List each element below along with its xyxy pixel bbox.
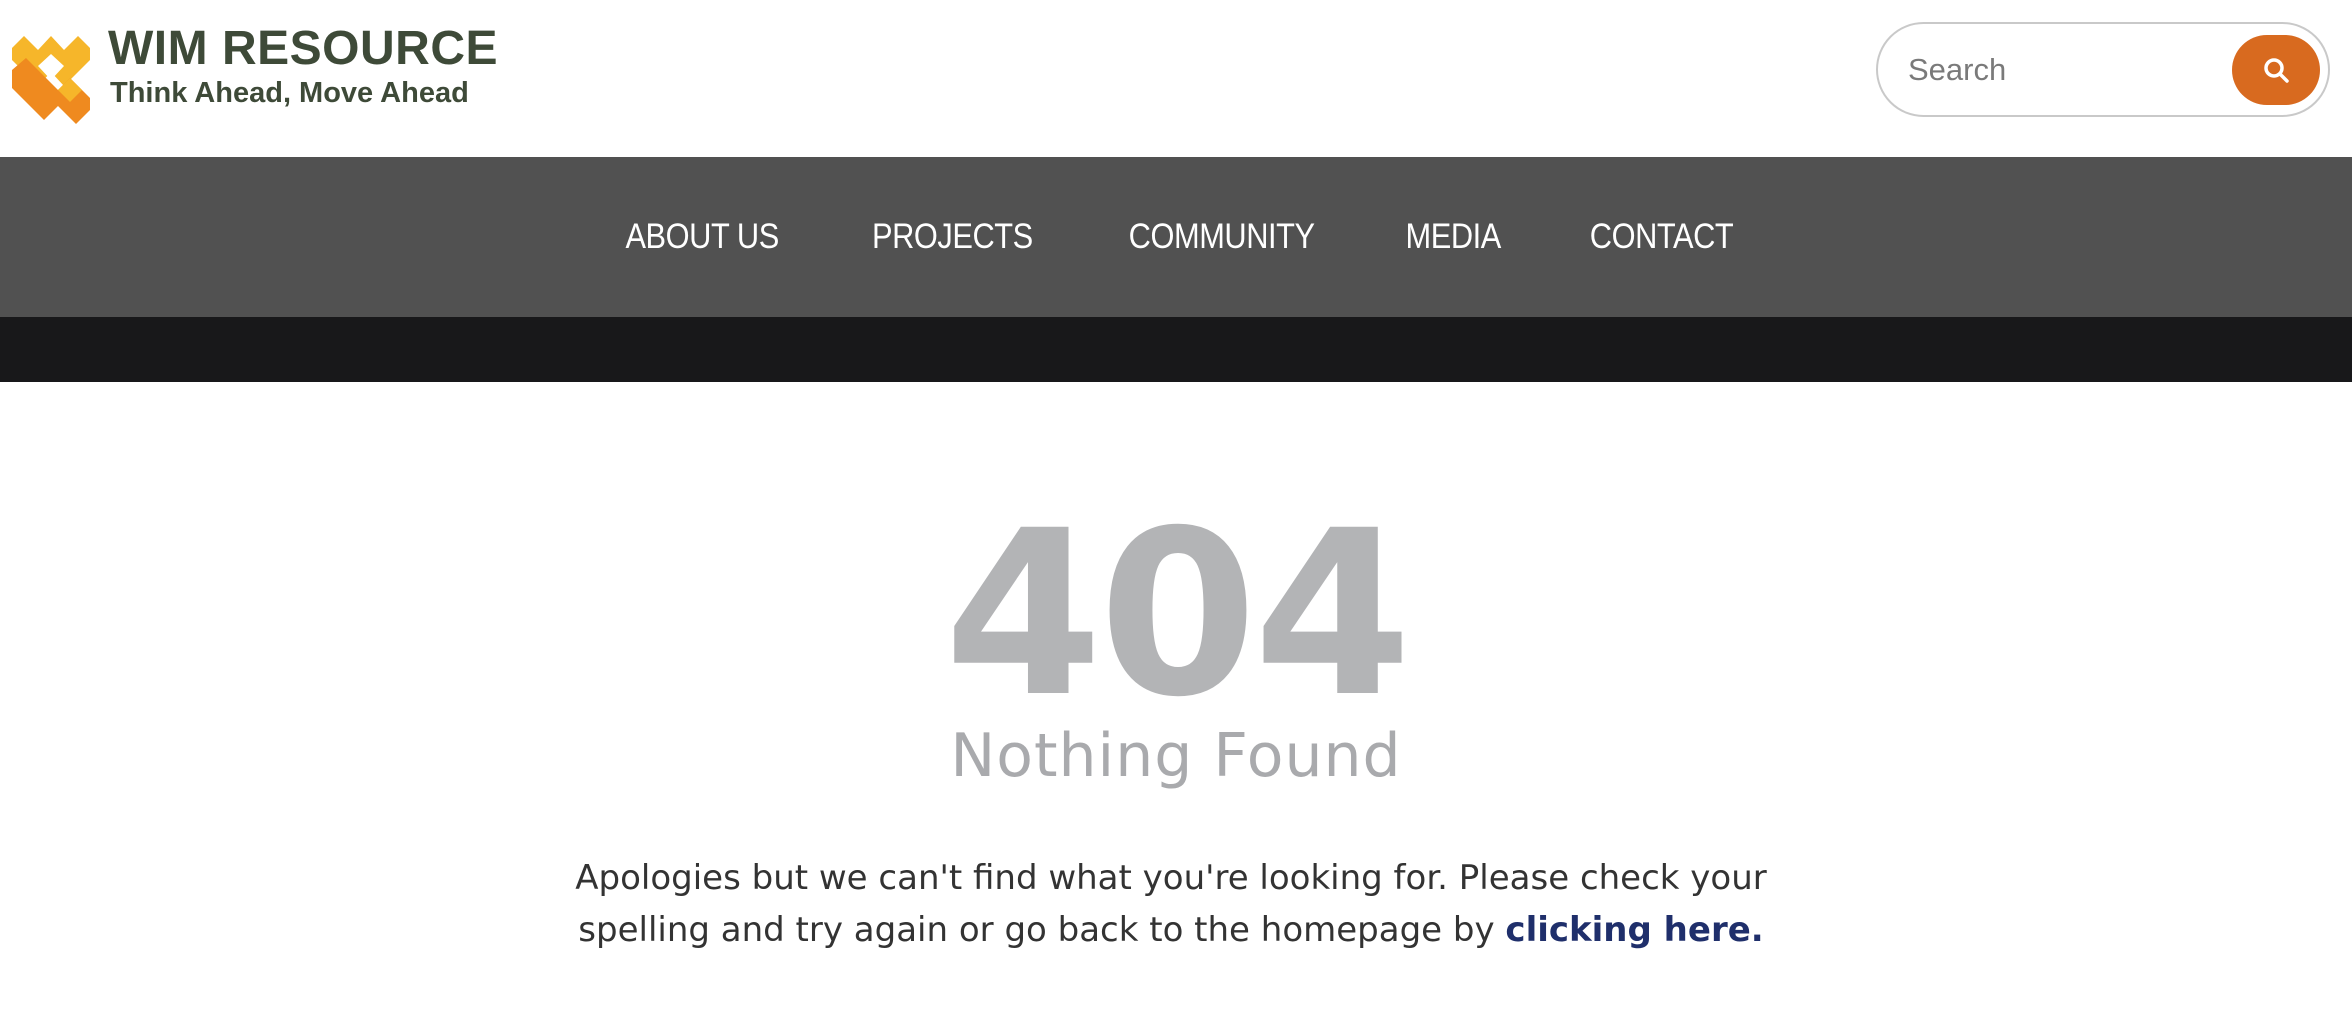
site-logo[interactable]: WIM RESOURCE Think Ahead, Move Ahead — [12, 22, 498, 132]
nav-item-community[interactable]: COMMUNITY — [1129, 217, 1315, 257]
homepage-link[interactable]: clicking here. — [1505, 910, 1763, 950]
main-navigation: ABOUT US PROJECTS COMMUNITY MEDIA CONTAC… — [0, 157, 2352, 317]
nav-item-media[interactable]: MEDIA — [1406, 217, 1502, 257]
nav-item-projects[interactable]: PROJECTS — [872, 217, 1033, 257]
nav-item-contact[interactable]: CONTACT — [1590, 217, 1734, 257]
logo-mark-icon — [12, 36, 90, 124]
error-code: 404 — [944, 481, 1412, 747]
search-box — [1876, 22, 2330, 117]
search-icon — [2264, 58, 2289, 83]
search-button[interactable] — [2232, 35, 2320, 105]
error-message: Apologies but we can't find what you're … — [560, 852, 1782, 956]
logo-tagline: Think Ahead, Move Ahead — [110, 77, 469, 109]
site-header: WIM RESOURCE Think Ahead, Move Ahead — [0, 0, 2352, 157]
search-input[interactable] — [1908, 46, 2218, 94]
logo-title: WIM RESOURCE — [108, 22, 498, 75]
nav-item-about-us[interactable]: ABOUT US — [626, 217, 780, 257]
error-title: Nothing Found — [950, 721, 1402, 791]
page-banner — [0, 317, 2352, 382]
